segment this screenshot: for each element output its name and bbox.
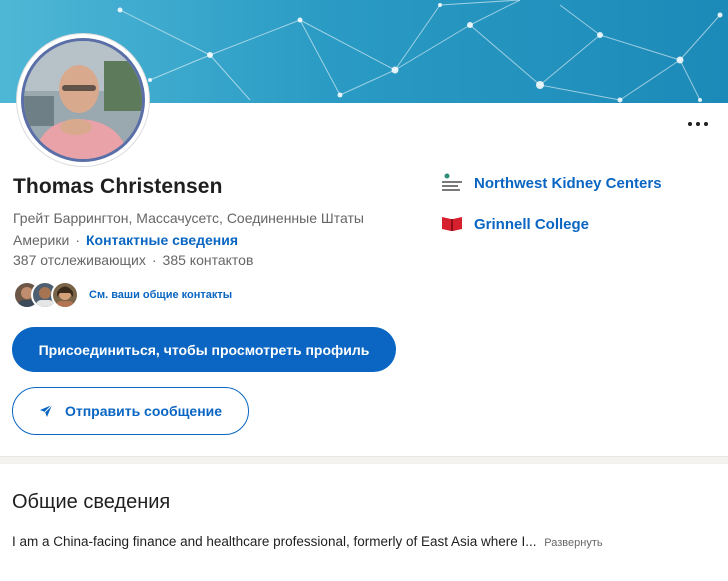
mutual-connections-link[interactable]: См. ваши общие контакты bbox=[89, 289, 232, 301]
mutual-avatar bbox=[51, 281, 79, 309]
about-summary: I am a China-facing finance and healthca… bbox=[12, 534, 603, 549]
join-to-view-button[interactable]: Присоединиться, чтобы просмотреть профил… bbox=[12, 327, 396, 372]
send-message-button[interactable]: Отправить сообщение bbox=[12, 387, 249, 435]
avatar-photo bbox=[21, 38, 145, 162]
profile-avatar[interactable] bbox=[17, 34, 149, 166]
connections-count: 385 контактов bbox=[162, 252, 254, 268]
about-heading: Общие сведения bbox=[12, 491, 171, 513]
contact-info-link[interactable]: Контактные сведения bbox=[86, 232, 238, 248]
org-name: Grinnell College bbox=[474, 215, 590, 233]
more-options-button[interactable] bbox=[678, 112, 718, 136]
about-text: I am a China-facing finance and healthca… bbox=[12, 534, 537, 549]
org-name: Northwest Kidney Centers bbox=[474, 174, 662, 192]
profile-stats: 387 отслеживающих · 385 контактов bbox=[13, 252, 253, 268]
profile-name: Thomas Christensen bbox=[13, 175, 223, 198]
grinnell-college-logo bbox=[440, 212, 464, 236]
separator-dot: · bbox=[151, 252, 157, 268]
more-dot-icon bbox=[696, 122, 700, 126]
mutual-connections[interactable]: См. ваши общие контакты bbox=[13, 281, 232, 309]
section-divider bbox=[0, 456, 728, 464]
send-icon bbox=[39, 404, 53, 417]
mutual-avatars bbox=[13, 281, 81, 309]
expand-link[interactable]: Развернуть bbox=[544, 537, 602, 549]
send-message-label: Отправить сообщение bbox=[64, 403, 223, 419]
profile-location-line: Грейт Баррингтон, Массачусетс, Соединенн… bbox=[13, 207, 403, 251]
more-dot-icon bbox=[704, 122, 708, 126]
org-northwest-kidney-centers[interactable]: Northwest Kidney Centers bbox=[440, 169, 662, 197]
more-dot-icon bbox=[688, 122, 692, 126]
org-grinnell-college[interactable]: Grinnell College bbox=[440, 210, 589, 238]
followers-count: 387 отслеживающих bbox=[13, 252, 146, 268]
kidney-centers-logo bbox=[440, 171, 464, 195]
separator-dot: · bbox=[75, 232, 80, 248]
